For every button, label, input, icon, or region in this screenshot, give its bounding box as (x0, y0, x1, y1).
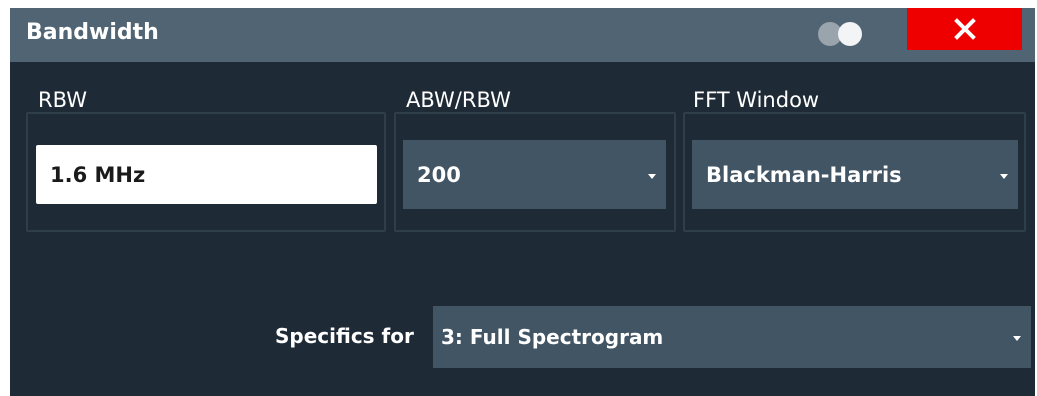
abw-rbw-dropdown[interactable]: 200 (403, 140, 666, 209)
close-button[interactable] (907, 8, 1022, 50)
chevron-down-icon (1013, 336, 1021, 341)
abw-rbw-value: 200 (417, 162, 461, 187)
fft-window-label: FFT Window (693, 88, 820, 112)
bandwidth-dialog: Bandwidth RBW 1.6 MHz ABW/RBW 200 FFT Wi… (10, 8, 1035, 396)
chevron-down-icon (648, 173, 656, 179)
rbw-input[interactable]: 1.6 MHz (36, 145, 377, 204)
specifics-label: Specifics for (275, 324, 414, 348)
rbw-label: RBW (38, 88, 88, 112)
toggle-icon[interactable] (817, 21, 865, 47)
abw-rbw-label: ABW/RBW (406, 88, 511, 112)
close-icon (953, 18, 976, 40)
rbw-value: 1.6 MHz (50, 162, 146, 187)
fft-window-dropdown[interactable]: Blackman-Harris (692, 140, 1018, 209)
specifics-dropdown[interactable]: 3: Full Spectrogram (433, 306, 1031, 368)
specifics-value: 3: Full Spectrogram (441, 325, 664, 349)
chevron-down-icon (1000, 173, 1008, 179)
title-bar: Bandwidth (10, 8, 1035, 62)
dialog-title: Bandwidth (26, 20, 159, 45)
fft-window-value: Blackman-Harris (706, 162, 902, 187)
